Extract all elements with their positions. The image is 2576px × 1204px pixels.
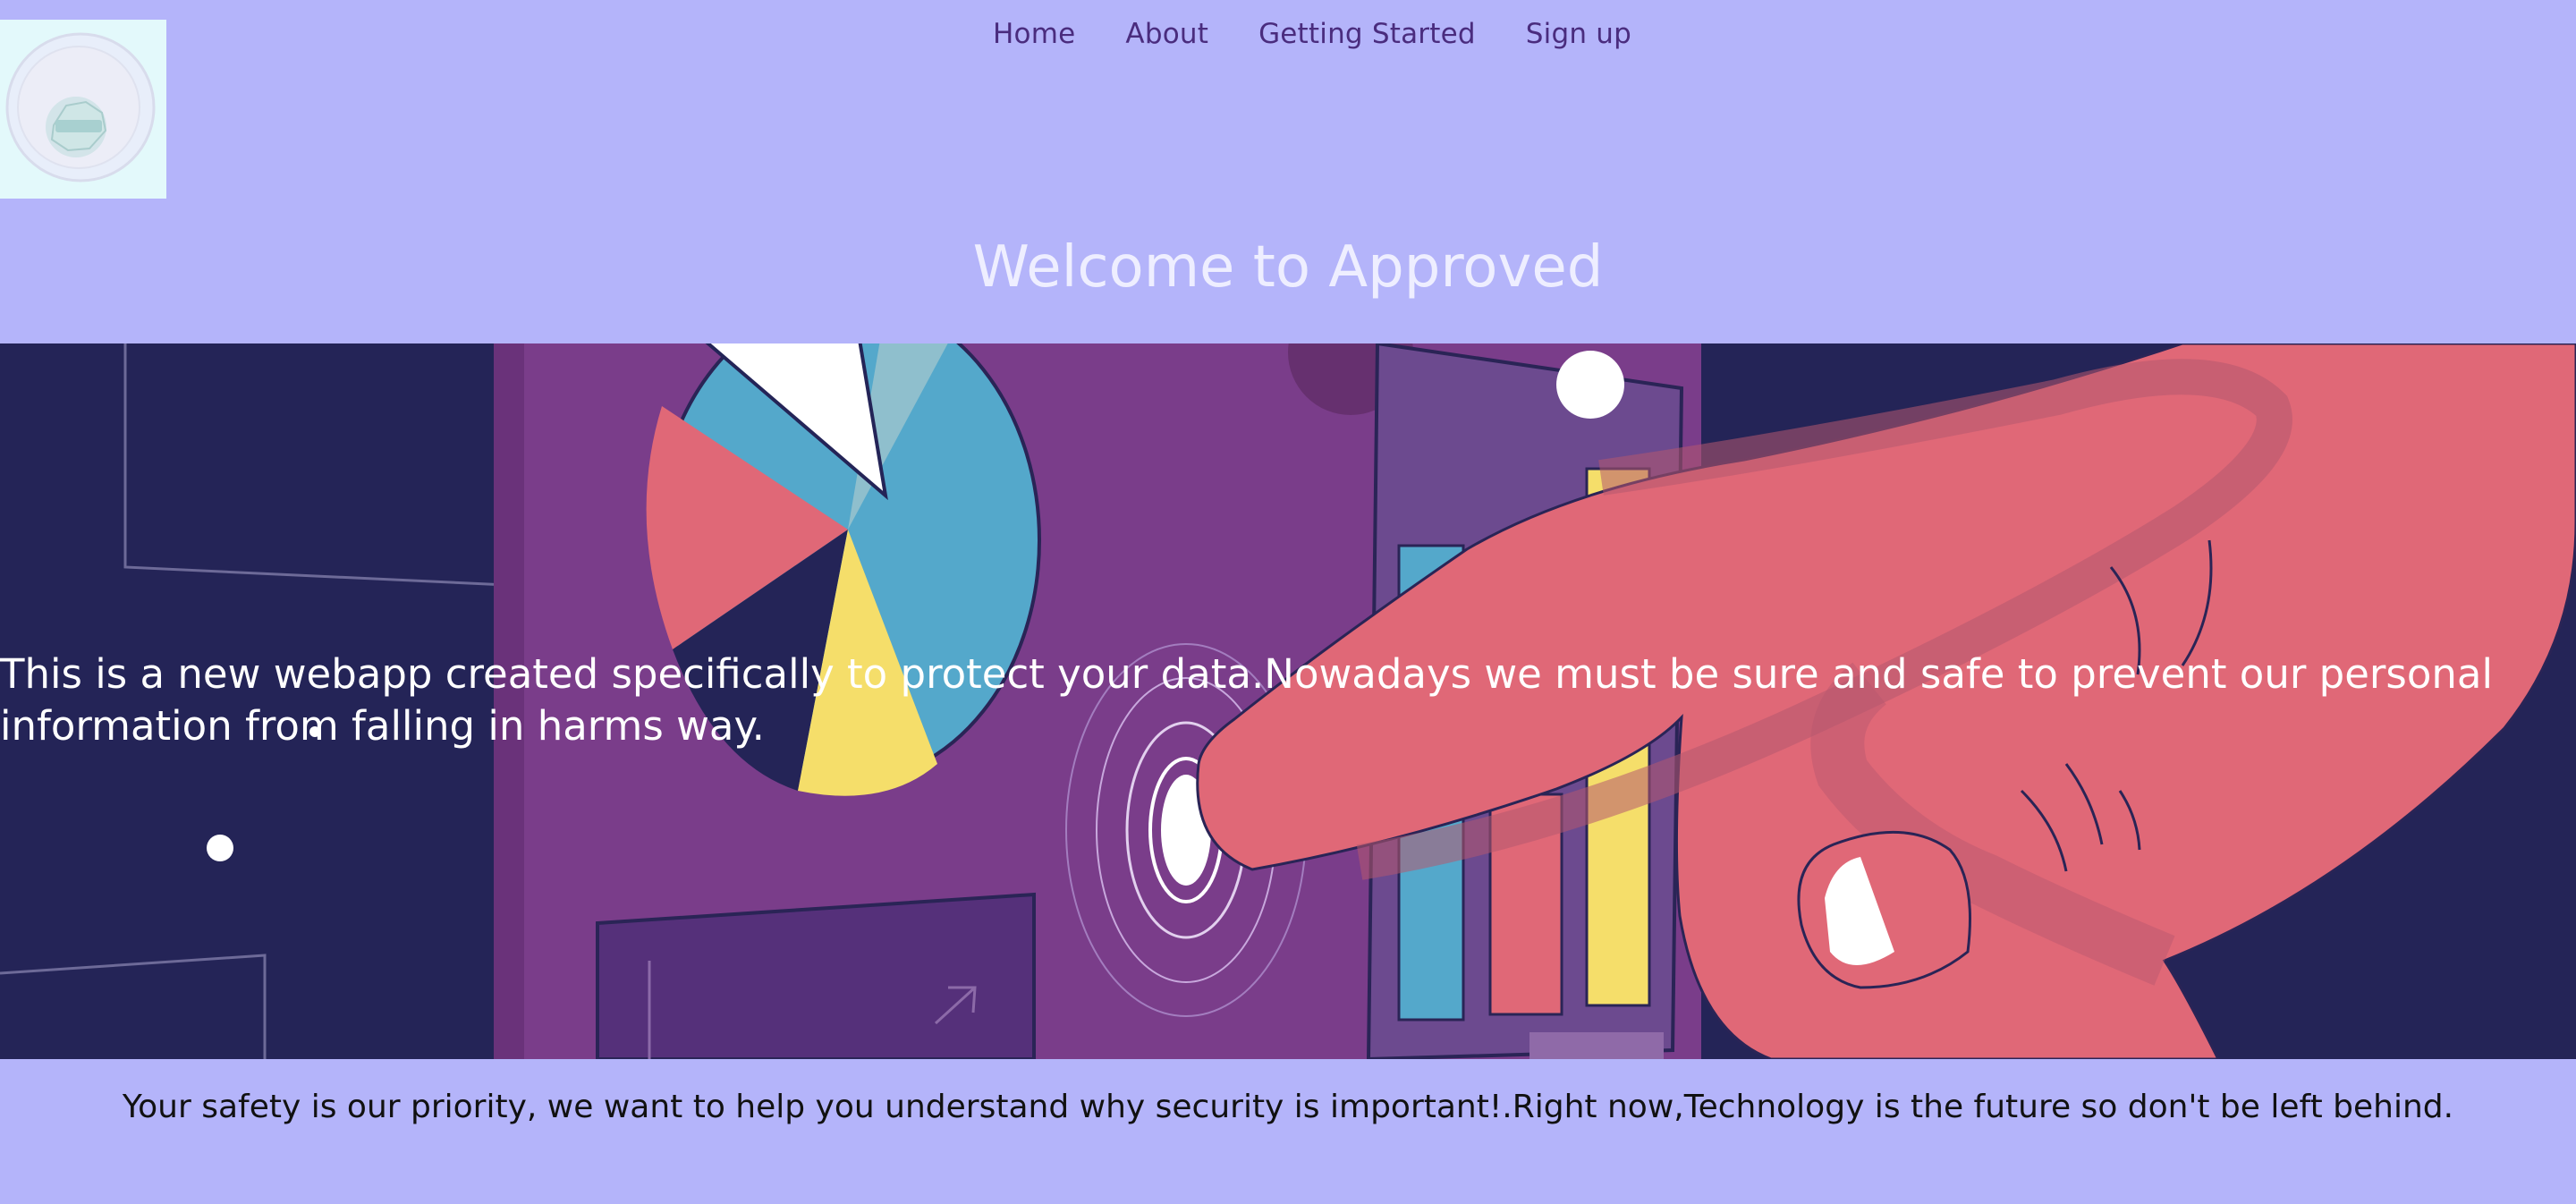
nav-signup-link[interactable]: Sign up [1526,18,1631,50]
nav-about-link[interactable]: About [1125,18,1208,50]
footer-tagline: Your safety is our priority, we want to … [122,1089,2454,1125]
nav-home-link[interactable]: Home [993,18,1075,50]
hero-description: This is a new webapp created specificall… [0,650,2493,750]
hero-banner: This is a new webapp created specificall… [0,343,2576,1059]
nav-getting-started-link[interactable]: Getting Started [1258,18,1476,50]
page-title: Welcome to Approved [972,234,1604,301]
main-nav: Home About Getting Started Sign up [0,18,2576,50]
